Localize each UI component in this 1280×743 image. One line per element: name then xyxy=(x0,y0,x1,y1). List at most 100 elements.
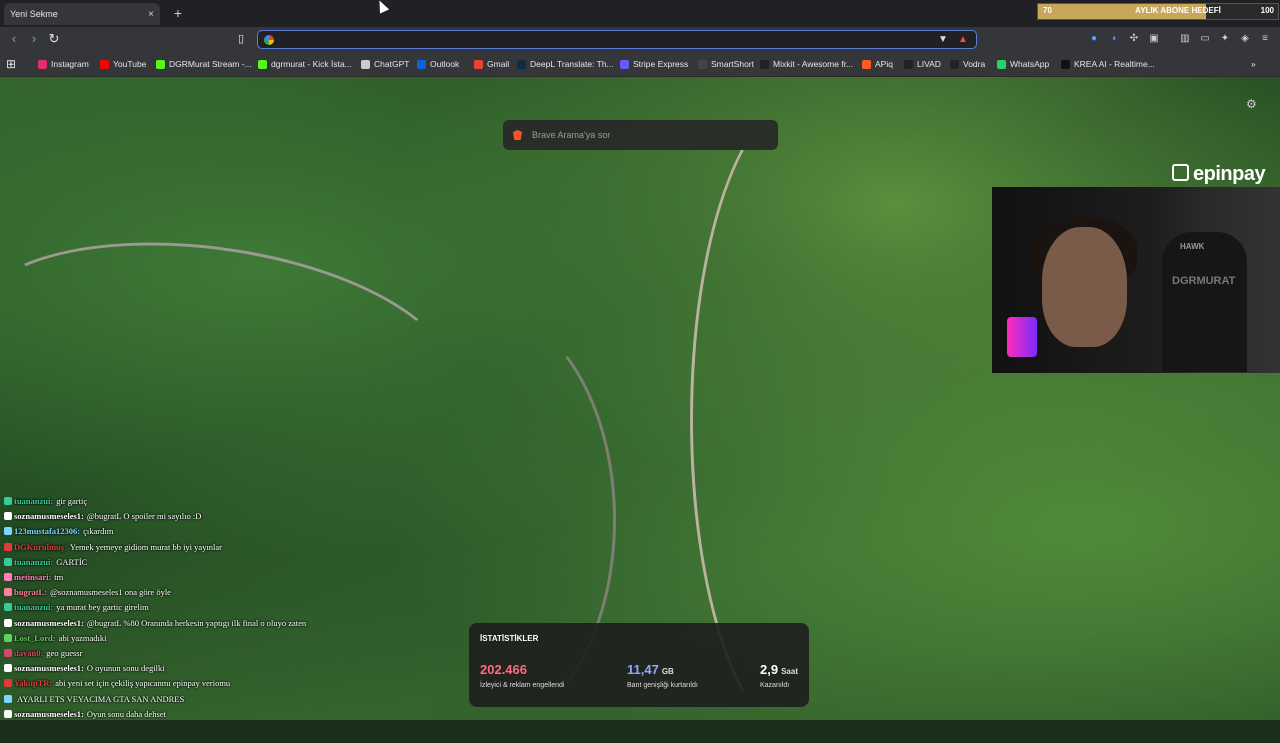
chat-username: tuananzui: xyxy=(14,496,54,506)
chat-text: tm xyxy=(54,572,64,582)
wallet-icon[interactable]: ▭ xyxy=(1198,32,1212,46)
goal-current: 70 xyxy=(1043,6,1052,15)
bookmark-item[interactable]: Outlook xyxy=(417,57,459,71)
chat-badge-icon xyxy=(4,618,12,627)
bookmark-item[interactable]: Gmail xyxy=(474,57,509,71)
bookmark-item[interactable]: KREA AI - Realtime... xyxy=(1061,57,1155,71)
apps-grid-icon[interactable]: ⊞ xyxy=(6,57,16,71)
bookmark-label: DeepL Translate: Th... xyxy=(530,59,614,69)
chat-username: soznamusmeseles1: xyxy=(14,511,84,522)
brave-shields-icon[interactable]: ▼ xyxy=(938,34,950,46)
brave-search-placeholder: Brave Arama'ya sor xyxy=(532,130,611,140)
tab-new-tab[interactable]: Yeni Sekme × xyxy=(4,3,160,25)
new-tab-button[interactable]: + xyxy=(170,4,186,22)
forward-icon[interactable]: › xyxy=(26,31,42,47)
epinpay-logo-icon xyxy=(1172,164,1189,181)
bookmark-item[interactable]: SmartShort xyxy=(698,57,754,71)
address-bar[interactable]: ▼ ▲ xyxy=(257,30,977,49)
goal-label: AYLIK ABONE HEDEFİ xyxy=(1135,6,1221,15)
chat-text: O oyunun sonu degilki xyxy=(86,663,165,674)
rgb-light xyxy=(1007,317,1037,357)
stat-unit: GB xyxy=(661,667,674,676)
chat-message: soznamusmeseles1: @bugratL %80 Oranında h… xyxy=(4,618,306,628)
bookmark-item[interactable]: LIVAD xyxy=(904,57,941,71)
stat-description: İzleyici & reklam engellendi xyxy=(480,682,565,689)
bookmark-favicon-icon xyxy=(1061,59,1070,69)
bookmark-label: KREA AI - Realtime... xyxy=(1074,59,1155,69)
chat-username: dayan0: xyxy=(14,648,44,658)
bookmark-favicon-icon xyxy=(698,59,707,69)
bookmark-item[interactable]: Mixkit - Awesome fr... xyxy=(760,57,853,71)
chat-username: soznamusmeseles1: xyxy=(14,617,84,628)
bookmark-favicon-icon xyxy=(997,59,1006,69)
bookmark-item[interactable]: Instagram xyxy=(38,57,89,71)
chat-message: tuananzui: GARTİC xyxy=(4,557,87,567)
webcam-overlay: HAWK DGRMURAT xyxy=(992,187,1280,373)
chat-text: Yemek yemeye gidiom murat bb iyi yayınla… xyxy=(69,541,223,552)
chat-badge-icon xyxy=(4,512,12,521)
extension-1-icon[interactable]: ● xyxy=(1087,32,1101,46)
bookmark-item[interactable]: ChatGPT xyxy=(361,57,409,71)
stat-value: 2,9 xyxy=(760,662,779,677)
bookmark-label: SmartShort xyxy=(711,59,754,69)
chat-badge-icon xyxy=(4,588,12,597)
menu-icon[interactable]: ≡ xyxy=(1258,32,1272,46)
chat-badge-icon xyxy=(4,709,12,718)
bookmark-item[interactable]: DGRMurat Stream -... xyxy=(156,57,252,71)
bookmark-item[interactable]: YouTube xyxy=(100,57,146,71)
stat-unit: Saat xyxy=(781,667,798,676)
bookmark-icon[interactable]: ▯ xyxy=(233,31,249,47)
subscriber-goal-bar: 70 AYLIK ABONE HEDEFİ 100 xyxy=(1037,3,1279,20)
address-input[interactable] xyxy=(282,33,938,46)
chat-text: @bugratL O spoiler mi sayılıo :D xyxy=(86,511,202,522)
stat-value: 202.466 xyxy=(480,662,527,677)
bookmarks-bar: ⊞ Instagram YouTube DGRMurat Stream -... dg… xyxy=(0,52,1280,77)
bookmark-item[interactable]: Vodra xyxy=(950,57,985,71)
extensions-puzzle-icon[interactable]: ✣ xyxy=(1127,32,1141,46)
chat-message: dayan0: geo guessr xyxy=(4,648,82,658)
chat-username: bugratL: xyxy=(14,587,48,598)
back-icon[interactable]: ‹ xyxy=(6,31,22,47)
extension-2-icon[interactable]: ◖ xyxy=(1107,32,1121,46)
bookmark-label: dgrmurat - Kick İsta... xyxy=(271,59,352,69)
bookmark-label: Instagram xyxy=(51,59,89,69)
bookmark-favicon-icon xyxy=(100,59,109,69)
bookmark-label: APiq xyxy=(875,59,893,69)
bookmark-favicon-icon xyxy=(38,59,47,69)
stat-time: 2,9 Saat Kazanıldı xyxy=(760,661,798,689)
bookmark-label: Vodra xyxy=(963,59,986,69)
chat-message: DGKurulmuş: Yemek yemeye gidiom murat bb … xyxy=(4,542,222,552)
bookmark-favicon-icon xyxy=(517,59,526,69)
bookmark-favicon-icon xyxy=(904,59,913,69)
bookmark-item[interactable]: Stripe Express xyxy=(620,57,688,71)
chat-message: soznamusmeseles1: @bugratL O spoiler mi s… xyxy=(4,511,201,521)
bookmark-favicon-icon xyxy=(361,59,370,69)
bookmark-item[interactable]: WhatsApp xyxy=(997,57,1049,71)
bookmark-item[interactable]: dgrmurat - Kick İsta... xyxy=(258,57,352,71)
goal-target: 100 xyxy=(1260,6,1274,15)
brave-search-box[interactable]: Brave Arama'ya sor xyxy=(503,120,778,150)
stat-description: Bant genişliği kurtarıldı xyxy=(627,682,698,689)
close-icon[interactable]: × xyxy=(148,9,154,20)
chat-username: YakupTR: xyxy=(14,678,53,689)
stat-blocked: 202.466 İzleyici & reklam engellendi xyxy=(480,661,564,689)
vpn-shield-icon[interactable]: ◈ xyxy=(1238,32,1252,46)
bookmark-item[interactable]: DeepL Translate: Th... xyxy=(517,57,614,71)
chat-badge-icon xyxy=(4,694,12,703)
bookmark-label: Mixkit - Awesome fr... xyxy=(773,59,854,69)
bookmark-label: Gmail xyxy=(487,59,510,69)
extension-3-icon[interactable]: ▣ xyxy=(1147,32,1161,46)
brave-rewards-icon[interactable]: ▲ xyxy=(958,34,970,46)
bookmark-item[interactable]: APiq xyxy=(862,57,893,71)
settings-gear-icon[interactable]: ⚙ xyxy=(1246,97,1257,111)
sidebar-icon[interactable]: ▥ xyxy=(1178,32,1192,46)
more-bookmarks-icon[interactable]: » xyxy=(1251,57,1256,71)
chat-badge-icon xyxy=(4,664,12,673)
sponsor-logo: epinpay xyxy=(1172,163,1266,186)
chat-text: geo guessr xyxy=(46,648,83,658)
stats-card: İSTATİSTİKLER 202.466 İzleyici & reklam … xyxy=(469,623,809,707)
stats-title: İSTATİSTİKLER xyxy=(480,634,539,643)
reload-icon[interactable]: ↻ xyxy=(46,31,62,47)
leo-ai-icon[interactable]: ✦ xyxy=(1218,32,1232,46)
chat-text: abi yeni set için çekiliş yapıcanmı epin… xyxy=(55,678,231,689)
